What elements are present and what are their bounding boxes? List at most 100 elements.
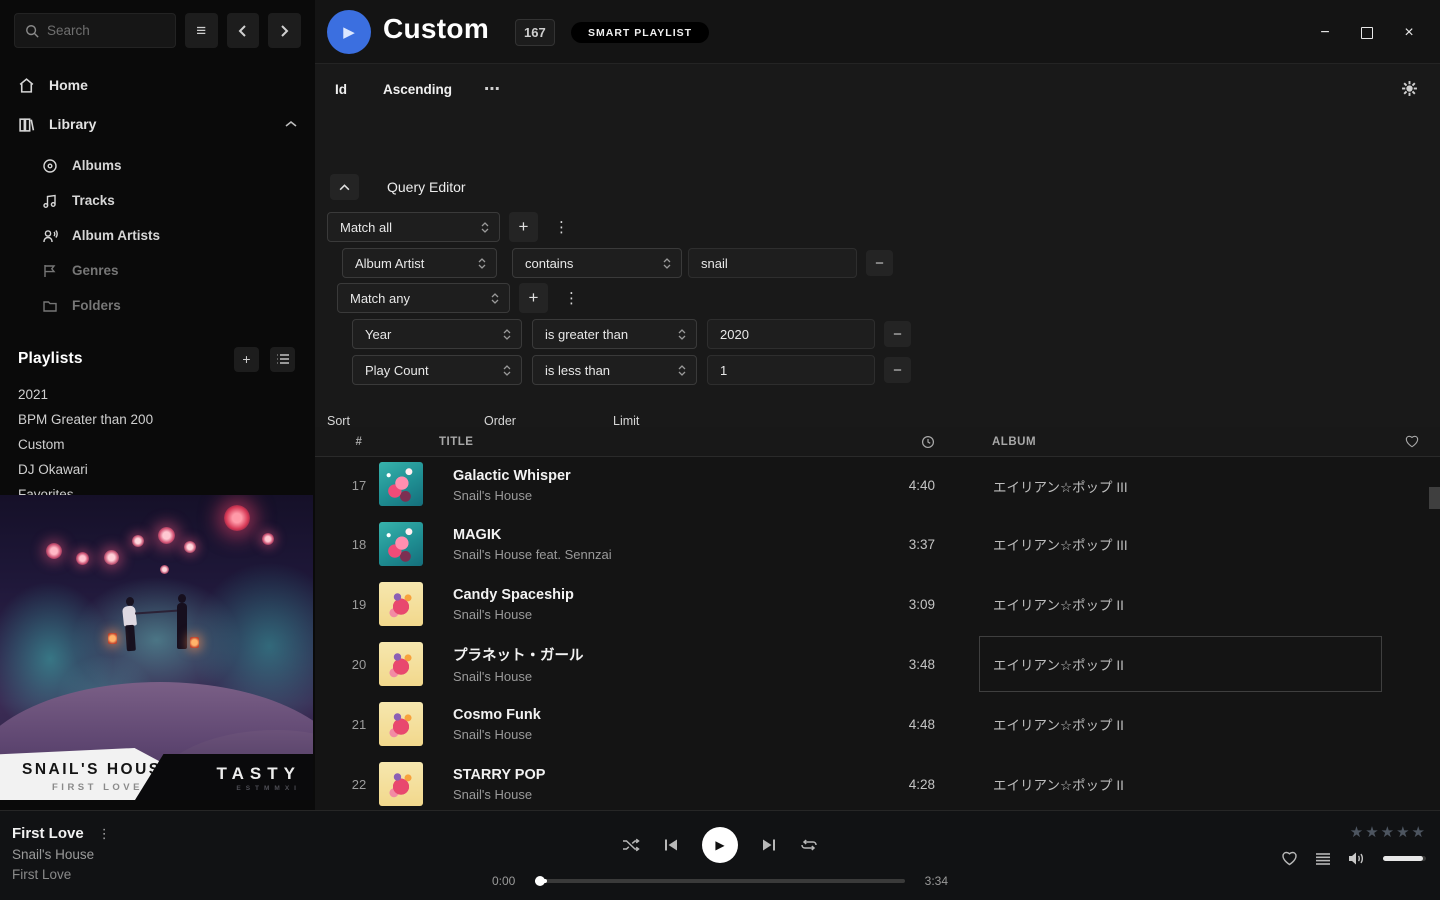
menu-button[interactable]: ≡ [185, 13, 218, 48]
next-button[interactable] [762, 838, 776, 852]
playlist-item[interactable]: BPM Greater than 200 [0, 407, 315, 432]
match-all-select[interactable]: Match all [327, 212, 500, 242]
volume-slider[interactable] [1383, 856, 1426, 861]
favorite-button[interactable] [1281, 851, 1298, 866]
lantern-glow [160, 565, 169, 574]
add-rule-button[interactable]: + [509, 212, 538, 242]
column-favorite[interactable] [1384, 435, 1440, 448]
track-album[interactable]: エイリアン☆ポップ II [979, 696, 1382, 752]
column-duration[interactable] [859, 435, 939, 449]
playlist-item[interactable]: DJ Okawari [0, 457, 315, 482]
remove-rule-button[interactable]: − [866, 250, 893, 276]
rule-operator-select[interactable]: contains [512, 248, 682, 278]
sidebar-item-tracks[interactable]: Tracks [0, 187, 315, 214]
rule-field-select[interactable]: Play Count [352, 355, 522, 385]
playlist-item[interactable]: Custom [0, 432, 315, 457]
now-playing-album[interactable]: First Love [12, 867, 111, 882]
table-row[interactable]: 17 Galactic WhisperSnail's House 4:40 エイ… [315, 457, 1440, 514]
forward-button[interactable] [268, 13, 301, 48]
add-playlist-button[interactable]: + [234, 347, 259, 372]
back-button[interactable] [227, 13, 260, 48]
volume-button[interactable] [1348, 851, 1366, 866]
rule-value-input[interactable] [688, 248, 857, 278]
track-artist[interactable]: Snail's House [453, 488, 859, 503]
sidebar-item-album-artists[interactable]: Album Artists [0, 222, 315, 249]
minimize-icon: − [1320, 24, 1329, 42]
rule-field-select[interactable]: Year [352, 319, 522, 349]
shuffle-button[interactable] [622, 838, 640, 852]
figure-silhouette [125, 625, 136, 652]
sort-direction-button[interactable]: Ascending [383, 82, 452, 97]
sort-field-button[interactable]: Id [335, 82, 347, 97]
chevron-up-icon[interactable] [285, 120, 297, 128]
repeat-button[interactable] [800, 838, 818, 852]
column-album[interactable]: ALBUM [979, 436, 1384, 448]
queue-button[interactable] [1315, 852, 1331, 866]
minimize-button[interactable]: − [1304, 18, 1346, 48]
rule-value-input[interactable] [707, 319, 875, 349]
play-icon: ▶ [343, 23, 355, 41]
now-playing-menu-button[interactable]: ⋮ [98, 826, 111, 842]
more-options-button[interactable]: ⋯ [484, 79, 501, 99]
track-title: Galactic Whisper [453, 468, 859, 484]
now-playing-artist[interactable]: Snail's House [12, 847, 111, 862]
track-album[interactable]: エイリアン☆ポップ III [979, 458, 1382, 514]
table-row[interactable]: 22 STARRY POPSnail's House 4:28 エイリアン☆ポッ… [315, 754, 1440, 810]
track-artist[interactable]: Snail's House [453, 727, 859, 742]
column-title[interactable]: TITLE [439, 436, 859, 448]
table-row[interactable]: 20 プラネット・ガールSnail's House 3:48 エイリアン☆ポップ… [315, 634, 1440, 694]
sidebar-item-home[interactable]: Home [0, 70, 315, 100]
sidebar-item-albums[interactable]: Albums [0, 152, 315, 179]
close-button[interactable]: × [1388, 18, 1430, 48]
sidebar-item-label: Home [49, 77, 88, 93]
track-artist[interactable]: Snail's House [453, 669, 859, 684]
rule-group-menu-button[interactable]: ⋮ [550, 218, 573, 236]
table-row[interactable]: 18 MAGIKSnail's House feat. Sennzai 3:37… [315, 514, 1440, 574]
remove-rule-button[interactable]: − [884, 357, 911, 383]
now-playing-title[interactable]: First Love [12, 825, 84, 842]
album-art-thumbnail [379, 762, 423, 806]
previous-button[interactable] [664, 838, 678, 852]
track-album[interactable]: エイリアン☆ポップ III [979, 516, 1382, 572]
table-row[interactable]: 21 Cosmo FunkSnail's House 4:48 エイリアン☆ポッ… [315, 694, 1440, 754]
track-album[interactable]: エイリアン☆ポップ II [979, 756, 1382, 810]
star-icon[interactable]: ★ [1412, 823, 1426, 841]
album-art-thumbnail [379, 522, 423, 566]
rule-value-input[interactable] [707, 355, 875, 385]
rule-operator-select[interactable]: is less than [532, 355, 697, 385]
rule-field-select[interactable]: Album Artist [342, 248, 497, 278]
add-rule-button[interactable]: + [519, 283, 548, 313]
search-input[interactable] [47, 23, 157, 38]
star-icon[interactable]: ★ [1396, 823, 1410, 841]
star-icon[interactable]: ★ [1350, 823, 1364, 841]
sidebar-item-library[interactable]: Library [0, 109, 315, 139]
star-icon[interactable]: ★ [1365, 823, 1379, 841]
track-artist[interactable]: Snail's House [453, 607, 859, 622]
scrollbar-thumb[interactable] [1429, 487, 1440, 509]
table-row[interactable]: 19 Candy SpaceshipSnail's House 3:09 エイリ… [315, 574, 1440, 634]
match-any-select[interactable]: Match any [337, 283, 510, 313]
sidebar-item-folders[interactable]: Folders [0, 292, 315, 319]
track-artist[interactable]: Snail's House [453, 787, 859, 802]
now-playing-artwork[interactable]: SNAIL'S HOUSE FIRST LOVE TASTY ESTMMXI [0, 495, 313, 810]
playlist-item[interactable]: 2021 [0, 382, 315, 407]
play-playlist-button[interactable]: ▶ [327, 10, 371, 54]
rule-operator-select[interactable]: is greater than [532, 319, 697, 349]
search-box[interactable] [14, 13, 176, 48]
seek-slider[interactable] [535, 879, 905, 883]
remove-rule-button[interactable]: − [884, 321, 911, 347]
maximize-button[interactable] [1346, 18, 1388, 48]
collapse-query-editor-button[interactable] [330, 174, 359, 200]
playlist-list-button[interactable] [270, 347, 295, 372]
track-album[interactable]: エイリアン☆ポップ II [979, 576, 1382, 632]
track-artist[interactable]: Snail's House feat. Sennzai [453, 547, 859, 562]
rule-group-menu-button[interactable]: ⋮ [560, 289, 583, 307]
track-album-focused[interactable]: エイリアン☆ポップ II [979, 636, 1382, 692]
settings-gear-button[interactable] [1401, 80, 1418, 97]
sidebar-item-genres[interactable]: Genres [0, 257, 315, 284]
star-icon[interactable]: ★ [1381, 823, 1395, 841]
sort-label: Sort [327, 414, 350, 428]
seek-handle[interactable] [535, 876, 545, 886]
play-pause-button[interactable]: ▶ [702, 827, 738, 863]
column-number[interactable]: # [339, 436, 379, 448]
